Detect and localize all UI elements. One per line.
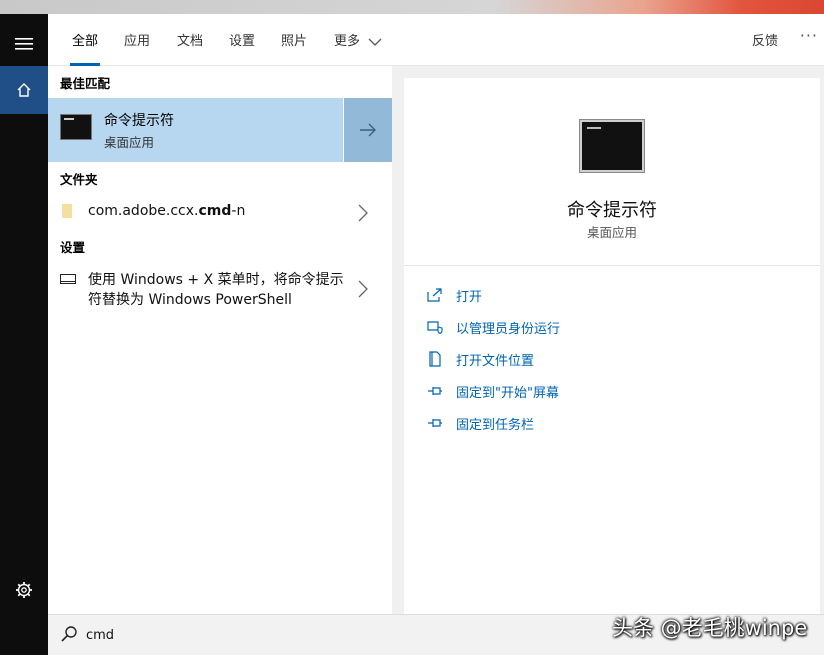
folder-name-suffix: -n <box>231 203 246 219</box>
file-location-icon <box>426 350 444 368</box>
more-options-button[interactable]: ··· <box>800 26 818 45</box>
results-pane: 最佳匹配 命令提示符 桌面应用 文件夹 com.adobe.ccx.cmd-n … <box>48 66 392 614</box>
tab-all[interactable]: 全部 <box>69 30 101 66</box>
action-pin-to-taskbar[interactable]: 固定到任务栏 <box>426 411 534 435</box>
preview-app-name: 命令提示符 <box>567 200 657 221</box>
best-match-heading: 最佳匹配 <box>60 76 111 91</box>
setting-result[interactable]: 使用 Windows + X 菜单时，将命令提示符替换为 Windows Pow… <box>48 262 392 316</box>
tab-documents[interactable]: 文档 <box>177 30 203 66</box>
action-pin-to-taskbar-label: 固定到任务栏 <box>456 417 535 433</box>
command-prompt-icon <box>60 114 92 140</box>
settings-button[interactable] <box>0 566 48 614</box>
tab-photos[interactable]: 照片 <box>281 30 307 66</box>
home-icon <box>17 83 31 97</box>
settings-heading: 设置 <box>60 240 86 255</box>
watermark-text: 头条 @老毛桃winpe <box>612 616 808 640</box>
action-run-as-admin[interactable]: 以管理员身份运行 <box>426 315 560 339</box>
best-match-expand-button[interactable] <box>344 98 392 162</box>
pin-icon <box>426 414 444 432</box>
action-run-as-admin-label: 以管理员身份运行 <box>456 321 561 337</box>
chevron-right-icon <box>358 280 368 298</box>
folder-name-match: cmd <box>198 203 232 219</box>
folder-name: com.adobe.ccx.cmd-n <box>88 203 245 219</box>
tab-more-label: 更多 <box>334 34 361 49</box>
chevron-down-icon <box>368 38 382 46</box>
action-pin-to-start[interactable]: 固定到"开始"屏幕 <box>426 379 559 403</box>
command-prompt-large-icon <box>580 120 644 172</box>
preview-header: 命令提示符 桌面应用 <box>404 78 820 266</box>
best-match-result[interactable]: 命令提示符 桌面应用 <box>48 98 343 162</box>
action-open-file-location[interactable]: 打开文件位置 <box>426 347 534 371</box>
arrow-right-icon <box>360 123 376 137</box>
start-left-rail <box>0 14 48 655</box>
chevron-right-icon <box>358 204 368 222</box>
preview-app-type: 桌面应用 <box>586 225 637 240</box>
preview-pane: 命令提示符 桌面应用 打开 以管理员身份运行 打开文件位置 固定到"开始"屏幕 … <box>404 78 820 614</box>
desktop-wallpaper-strip <box>0 0 824 14</box>
search-icon <box>61 626 77 642</box>
tab-apps[interactable]: 应用 <box>124 30 150 66</box>
tab-more[interactable]: 更多 <box>334 30 382 66</box>
gear-icon <box>16 582 32 598</box>
pin-icon <box>426 382 444 400</box>
best-match-subtitle: 桌面应用 <box>104 135 155 150</box>
action-open-label: 打开 <box>456 289 483 305</box>
hamburger-menu-icon <box>15 38 33 50</box>
best-match-name: 命令提示符 <box>104 113 174 129</box>
tab-settings[interactable]: 设置 <box>229 30 255 66</box>
setting-result-text: 使用 Windows + X 菜单时，将命令提示符替换为 Windows Pow… <box>88 272 344 308</box>
feedback-button[interactable]: 反馈 <box>752 30 778 49</box>
hamburger-menu-button[interactable] <box>0 20 48 68</box>
action-open[interactable]: 打开 <box>426 283 482 307</box>
taskbar-setting-icon <box>60 274 76 284</box>
action-open-file-location-label: 打开文件位置 <box>456 353 535 369</box>
folder-result[interactable]: com.adobe.ccx.cmd-n <box>48 194 392 230</box>
open-icon <box>426 286 444 304</box>
search-filter-header: 全部 应用 文档 设置 照片 更多 反馈 ··· <box>48 14 824 66</box>
folder-name-prefix: com.adobe.ccx. <box>88 203 199 219</box>
shield-icon <box>426 318 444 336</box>
folders-heading: 文件夹 <box>60 172 98 187</box>
folder-icon <box>62 204 72 218</box>
action-pin-to-start-label: 固定到"开始"屏幕 <box>456 385 559 401</box>
search-input[interactable] <box>86 623 586 647</box>
home-button[interactable] <box>0 66 48 114</box>
